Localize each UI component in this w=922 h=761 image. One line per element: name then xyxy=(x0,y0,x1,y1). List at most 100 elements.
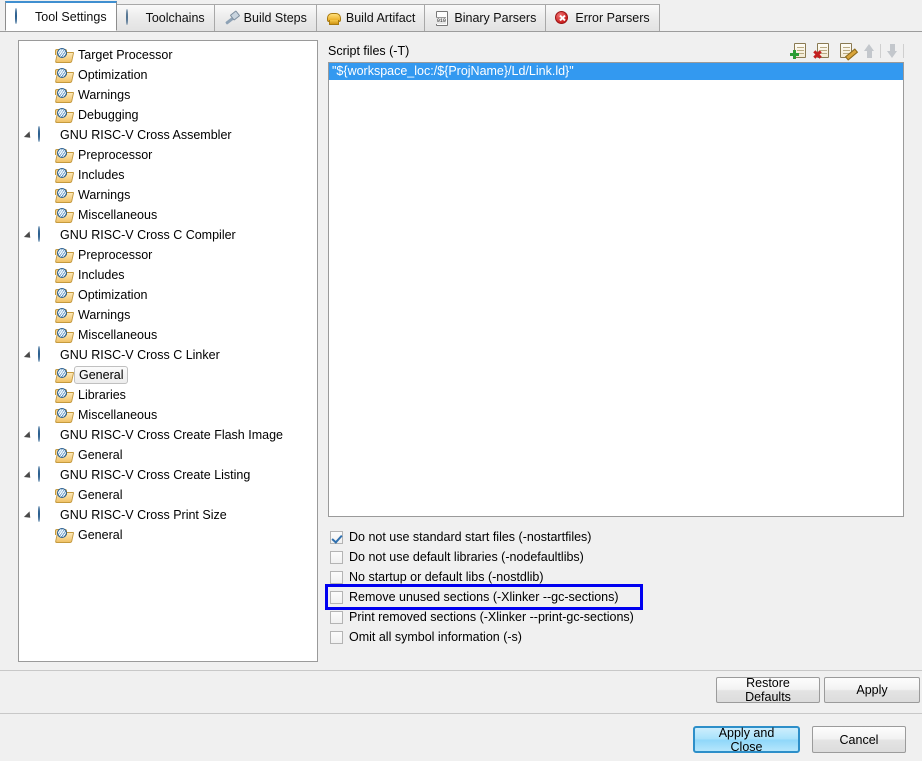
tree-item-label: Preprocessor xyxy=(78,248,153,262)
checkbox-input[interactable] xyxy=(330,610,343,624)
tab-label: Build Artifact xyxy=(345,11,416,25)
settings-folder-icon xyxy=(55,107,73,123)
checkbox-label: Do not use standard start files (-nostar… xyxy=(349,530,592,544)
settings-tree-panel[interactable]: Target Processor Optimization Warnings Debu… xyxy=(18,40,318,662)
expand-arrow-icon[interactable] xyxy=(23,225,37,245)
tree-item-gnu-risc-v-cross-c-linker[interactable]: GNU RISC-V Cross C Linker xyxy=(19,345,317,365)
tree-item-warnings[interactable]: Warnings xyxy=(19,305,317,325)
checkbox-row[interactable]: Do not use standard start files (-nostar… xyxy=(328,527,904,547)
tree-item-miscellaneous[interactable]: Miscellaneous xyxy=(19,205,317,225)
tab-error-parsers[interactable]: Error Parsers xyxy=(545,4,660,31)
move-up-icon[interactable] xyxy=(859,41,881,61)
toolchain-globe-icon xyxy=(37,346,55,363)
tree-item-label: Preprocessor xyxy=(78,148,153,162)
tree-item-warnings[interactable]: Warnings xyxy=(19,185,317,205)
settings-folder-icon xyxy=(55,67,73,83)
settings-folder-icon xyxy=(55,447,73,463)
move-down-icon[interactable] xyxy=(882,41,904,61)
tab-binary-parsers[interactable]: Binary Parsers xyxy=(424,4,547,31)
settings-folder-icon xyxy=(55,167,73,183)
tree-item-preprocessor[interactable]: Preprocessor xyxy=(19,145,317,165)
cancel-button[interactable]: Cancel xyxy=(812,726,906,753)
script-files-list[interactable]: "${workspace_loc:/${ProjName}/Ld/Link.ld… xyxy=(328,62,904,517)
binary-icon xyxy=(433,10,449,26)
tree-item-includes[interactable]: Includes xyxy=(19,265,317,285)
settings-folder-icon xyxy=(55,527,73,543)
tree-item-label: GNU RISC-V Cross Assembler xyxy=(60,128,232,142)
tree-item-label: GNU RISC-V Cross Create Flash Image xyxy=(60,428,283,442)
toolchain-globe-icon xyxy=(37,426,55,443)
restore-defaults-button[interactable]: Restore Defaults xyxy=(716,676,820,704)
tree-item-optimization[interactable]: Optimization xyxy=(19,285,317,305)
tree-item-label: GNU RISC-V Cross C Linker xyxy=(60,348,220,362)
settings-folder-icon xyxy=(55,287,73,303)
script-files-header: Script files (-T) xyxy=(328,40,904,62)
expand-arrow-icon[interactable] xyxy=(23,425,37,445)
tab-build-artifact[interactable]: Build Artifact xyxy=(315,4,426,31)
tree-item-general[interactable]: General xyxy=(19,445,317,465)
checkbox-input[interactable] xyxy=(330,630,343,644)
tree-item-libraries[interactable]: Libraries xyxy=(19,385,317,405)
checkbox-input[interactable] xyxy=(330,550,343,564)
settings-folder-icon xyxy=(55,147,73,163)
checkbox-input[interactable] xyxy=(330,590,343,604)
apply-and-close-button[interactable]: Apply and Close xyxy=(693,726,800,754)
tree-item-gnu-risc-v-cross-c-compiler[interactable]: GNU RISC-V Cross C Compiler xyxy=(19,225,317,245)
checkbox-row[interactable]: Remove unused sections (-Xlinker --gc-se… xyxy=(325,584,643,610)
tab-label: Error Parsers xyxy=(575,11,650,25)
tab-build-steps[interactable]: Build Steps xyxy=(213,4,317,31)
tree-item-optimization[interactable]: Optimization xyxy=(19,65,317,85)
tree-item-debugging[interactable]: Debugging xyxy=(19,105,317,125)
checkbox-row[interactable]: Do not use default libraries (-nodefault… xyxy=(328,547,904,567)
checkbox-row[interactable]: Print removed sections (-Xlinker --print… xyxy=(328,607,904,627)
apply-button[interactable]: Apply xyxy=(824,677,920,703)
add-script-file-icon[interactable] xyxy=(790,41,812,61)
expand-arrow-icon[interactable] xyxy=(23,125,37,145)
checkbox-input[interactable] xyxy=(330,570,343,584)
tree-item-warnings[interactable]: Warnings xyxy=(19,85,317,105)
tree-item-miscellaneous[interactable]: Miscellaneous xyxy=(19,325,317,345)
tab-tool-settings[interactable]: Tool Settings xyxy=(5,1,117,31)
expand-arrow-icon[interactable] xyxy=(23,465,37,485)
tree-item-general[interactable]: General xyxy=(19,485,317,505)
checkbox-row[interactable]: No startup or default libs (-nostdlib) xyxy=(328,567,904,587)
checkbox-row[interactable]: Omit all symbol information (-s) xyxy=(328,627,904,647)
tree-item-label: General xyxy=(78,448,123,462)
settings-folder-icon xyxy=(55,87,73,103)
linker-options-checkbox-group: Do not use standard start files (-nostar… xyxy=(325,527,904,647)
settings-folder-icon xyxy=(55,267,73,283)
tree-item-includes[interactable]: Includes xyxy=(19,165,317,185)
checkbox-label: Remove unused sections (-Xlinker --gc-se… xyxy=(349,590,619,604)
tree-item-label: Warnings xyxy=(78,308,131,322)
tree-item-gnu-risc-v-cross-create-flash-image[interactable]: GNU RISC-V Cross Create Flash Image xyxy=(19,425,317,445)
globe-icon xyxy=(14,7,30,25)
settings-folder-icon xyxy=(55,307,73,323)
expand-arrow-icon[interactable] xyxy=(23,505,37,525)
delete-script-file-icon[interactable] xyxy=(813,41,835,61)
script-file-row[interactable]: "${workspace_loc:/${ProjName}/Ld/Link.ld… xyxy=(329,63,903,80)
expand-arrow-icon[interactable] xyxy=(23,345,37,365)
tree-item-gnu-risc-v-cross-create-listing[interactable]: GNU RISC-V Cross Create Listing xyxy=(19,465,317,485)
checkbox-input[interactable] xyxy=(330,530,343,544)
tree-item-gnu-risc-v-cross-print-size[interactable]: GNU RISC-V Cross Print Size xyxy=(19,505,317,525)
tab-toolchains[interactable]: Toolchains xyxy=(115,4,215,31)
edit-script-file-icon[interactable] xyxy=(836,41,858,61)
tree-item-miscellaneous[interactable]: Miscellaneous xyxy=(19,405,317,425)
toolchain-globe-icon xyxy=(37,506,55,523)
tree-item-preprocessor[interactable]: Preprocessor xyxy=(19,245,317,265)
globe-icon xyxy=(125,9,141,26)
tree-item-general[interactable]: General xyxy=(19,525,317,545)
settings-folder-icon xyxy=(55,407,73,423)
tree-item-target-processor[interactable]: Target Processor xyxy=(19,45,317,65)
tree-item-general[interactable]: General xyxy=(19,365,317,385)
tree-item-gnu-risc-v-cross-assembler[interactable]: GNU RISC-V Cross Assembler xyxy=(19,125,317,145)
tree-item-label: Libraries xyxy=(78,388,126,402)
settings-tree: Target Processor Optimization Warnings Debu… xyxy=(19,41,317,545)
